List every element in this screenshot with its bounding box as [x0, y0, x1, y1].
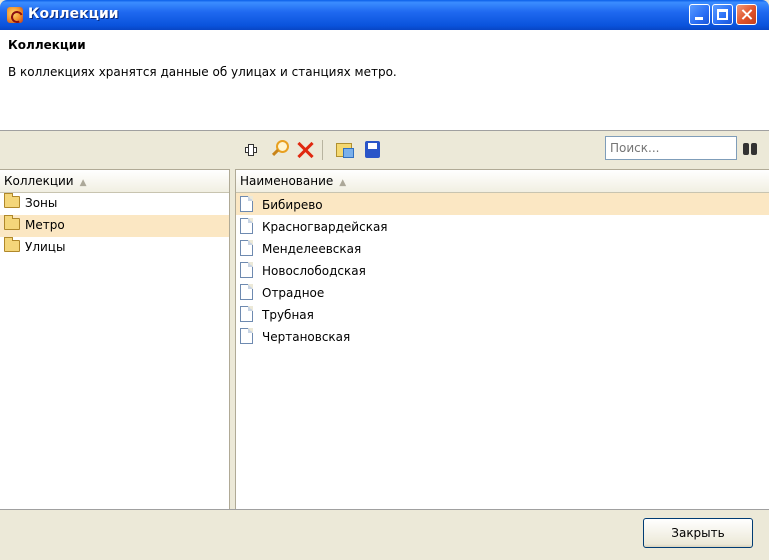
- folder-icon: [4, 237, 20, 252]
- maximize-icon[interactable]: [712, 4, 733, 25]
- entry-label: Новослободская: [262, 264, 366, 278]
- title-bar[interactable]: Коллекции: [0, 0, 769, 30]
- collections-column-label: Коллекции: [4, 174, 74, 188]
- save-icon[interactable]: [362, 139, 384, 161]
- collection-label: Зоны: [25, 196, 58, 210]
- document-icon: [240, 262, 253, 278]
- name-column-header[interactable]: Наименование ▲: [236, 170, 769, 193]
- collections-list: Коллекции ▲ Зоны Метро Улицы: [0, 169, 230, 509]
- list-item[interactable]: Чертановская: [236, 325, 769, 347]
- footer-divider: [0, 509, 769, 510]
- list-item[interactable]: Трубная: [236, 303, 769, 325]
- folder-icon: [4, 215, 20, 230]
- entry-label: Менделеевская: [262, 242, 362, 256]
- collection-item-metro[interactable]: Метро: [0, 215, 229, 237]
- document-icon: [240, 240, 253, 256]
- delete-icon[interactable]: [294, 139, 316, 161]
- collection-item-streets[interactable]: Улицы: [0, 237, 229, 259]
- header-title: Коллекции: [8, 38, 86, 52]
- collection-label: Улицы: [25, 240, 66, 254]
- app-icon: [7, 7, 23, 23]
- search-icon[interactable]: [270, 139, 292, 161]
- document-icon: [240, 328, 253, 344]
- search-input[interactable]: [605, 136, 737, 160]
- entries-list: Наименование ▲ Бибирево Красногвардейская…: [235, 169, 769, 509]
- name-column-label: Наименование: [240, 174, 334, 188]
- edit-icon[interactable]: [333, 139, 355, 161]
- list-item[interactable]: Менделеевская: [236, 237, 769, 259]
- entry-label: Бибирево: [262, 198, 323, 212]
- close-icon[interactable]: [736, 4, 757, 25]
- collections-window: Коллекции Коллекции В коллекциях хранятс…: [0, 0, 769, 560]
- list-item[interactable]: Отрадное: [236, 281, 769, 303]
- toolbar-separator: [322, 140, 323, 160]
- close-button[interactable]: Закрыть: [643, 518, 753, 548]
- entry-label: Красногвардейская: [262, 220, 388, 234]
- collections-column-header[interactable]: Коллекции ▲: [0, 170, 229, 193]
- minimize-icon[interactable]: [689, 4, 710, 25]
- document-icon: [240, 306, 253, 322]
- dialog-header: [0, 30, 769, 130]
- entry-label: Трубная: [262, 308, 314, 322]
- collection-label: Метро: [25, 218, 65, 232]
- header-description: В коллекциях хранятся данные об улицах и…: [8, 65, 397, 79]
- list-item[interactable]: Новослободская: [236, 259, 769, 281]
- sort-ascending-icon: ▲: [339, 178, 347, 188]
- entry-label: Отрадное: [262, 286, 325, 300]
- window-title: Коллекции: [28, 6, 119, 22]
- add-icon[interactable]: [240, 139, 262, 161]
- collection-item-zones[interactable]: Зоны: [0, 193, 229, 215]
- binoculars-icon[interactable]: [741, 140, 759, 156]
- list-item[interactable]: Красногвардейская: [236, 215, 769, 237]
- document-icon: [240, 196, 253, 212]
- document-icon: [240, 284, 253, 300]
- sort-ascending-icon: ▲: [79, 178, 87, 188]
- folder-icon: [4, 193, 20, 208]
- list-item[interactable]: Бибирево: [236, 193, 769, 215]
- document-icon: [240, 218, 253, 234]
- entry-label: Чертановская: [262, 330, 351, 344]
